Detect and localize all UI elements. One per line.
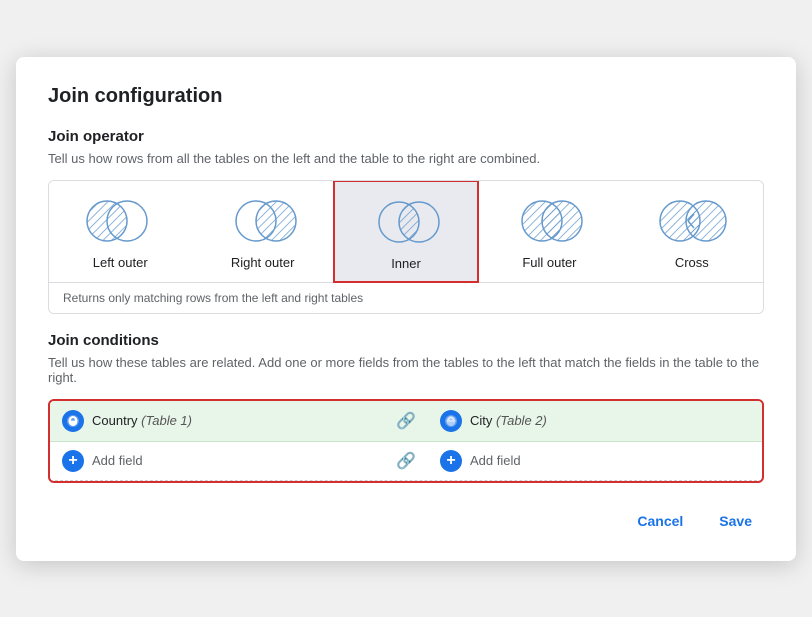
add-field-right-label: Add field — [470, 453, 521, 468]
conditions-table: Country (Table 1) 🔗 City (Table 2) + Add… — [48, 399, 764, 483]
left-outer-label: Left outer — [93, 255, 148, 270]
link-icon-1: 🔗 — [396, 411, 416, 431]
join-operator-box: Left outer Right outer — [48, 180, 764, 314]
add-field-right[interactable]: + Add field — [428, 442, 762, 480]
cancel-button[interactable]: Cancel — [625, 505, 695, 537]
right-field-icon-1 — [440, 410, 462, 432]
join-operator-section: Join operator Tell us how rows from all … — [48, 128, 764, 314]
join-operator-label: Join operator — [48, 128, 764, 145]
link-icon-cell-1: 🔗 — [384, 411, 428, 431]
add-field-left[interactable]: + Add field — [50, 442, 384, 480]
inner-icon — [366, 196, 446, 248]
left-field-table-1: (Table 1) — [141, 413, 192, 428]
join-conditions-section: Join conditions Tell us how these tables… — [48, 332, 764, 483]
join-option-cross[interactable]: Cross — [621, 181, 763, 282]
add-icon-left: + — [62, 450, 84, 472]
save-button[interactable]: Save — [707, 505, 764, 537]
add-icon-right: + — [440, 450, 462, 472]
join-selected-description: Returns only matching rows from the left… — [49, 283, 763, 313]
inner-label: Inner — [391, 256, 421, 271]
cross-label: Cross — [675, 255, 709, 270]
add-field-left-label: Add field — [92, 453, 143, 468]
dialog-title: Join configuration — [48, 85, 764, 108]
join-operator-description: Tell us how rows from all the tables on … — [48, 151, 764, 166]
join-option-inner[interactable]: Inner — [333, 180, 479, 283]
condition-right-field-1[interactable]: City (Table 2) — [428, 401, 762, 441]
add-field-row: + Add field 🔗 + Add field — [50, 442, 762, 481]
full-outer-label: Full outer — [522, 255, 576, 270]
dialog-footer: Cancel Save — [48, 505, 764, 537]
left-field-name-1: Country — [92, 413, 138, 428]
join-option-left-outer[interactable]: Left outer — [49, 181, 191, 282]
left-outer-icon — [80, 195, 160, 247]
right-field-table-1: (Table 2) — [496, 413, 547, 428]
join-options: Left outer Right outer — [49, 181, 763, 283]
join-conditions-description: Tell us how these tables are related. Ad… — [48, 355, 764, 385]
join-conditions-label: Join conditions — [48, 332, 764, 349]
left-field-icon-1 — [62, 410, 84, 432]
condition-left-field-1[interactable]: Country (Table 1) — [50, 401, 384, 441]
right-outer-label: Right outer — [231, 255, 295, 270]
join-configuration-dialog: Join configuration Join operator Tell us… — [16, 57, 796, 561]
cross-icon — [652, 195, 732, 247]
join-option-full-outer[interactable]: Full outer — [478, 181, 620, 282]
full-outer-icon — [509, 195, 589, 247]
right-outer-icon — [223, 195, 303, 247]
link-icon-cell-add: 🔗 — [384, 451, 428, 471]
join-option-right-outer[interactable]: Right outer — [191, 181, 333, 282]
right-field-name-1: City — [470, 413, 492, 428]
link-icon-add: 🔗 — [396, 451, 416, 471]
condition-row-1: Country (Table 1) 🔗 City (Table 2) — [50, 401, 762, 442]
